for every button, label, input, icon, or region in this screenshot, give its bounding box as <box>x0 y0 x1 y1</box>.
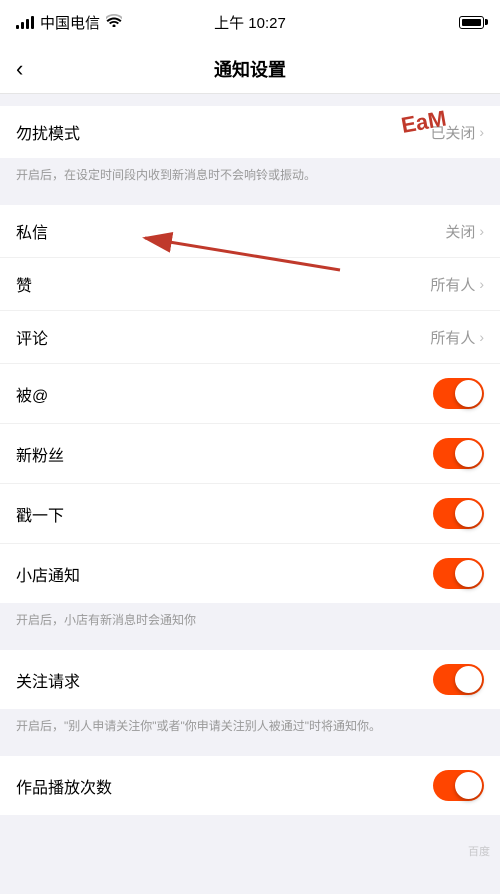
gap-2 <box>0 638 500 650</box>
baidu-watermark: 百度 <box>468 843 490 859</box>
poke-label: 戳一下 <box>16 502 64 526</box>
battery-area <box>459 16 484 29</box>
signal-icon <box>16 16 34 29</box>
chevron-icon: › <box>479 223 484 239</box>
dnd-description: 开启后，在设定时间段内收到新消息时不会响铃或振动。 <box>0 158 500 193</box>
status-time: 上午 10:27 <box>214 12 286 33</box>
back-icon: ‹ <box>16 56 23 82</box>
new-follower-label: 新粉丝 <box>16 442 64 466</box>
private-message-item[interactable]: 私信 关闭 › <box>0 205 500 258</box>
follow-section: 关注请求 <box>0 650 500 709</box>
like-value: 所有人 › <box>430 274 484 295</box>
toggle-knob <box>455 500 482 527</box>
playcount-toggle[interactable] <box>433 770 484 801</box>
chevron-icon: › <box>479 276 484 292</box>
playcount-section: 作品播放次数 <box>0 756 500 815</box>
private-message-value: 关闭 › <box>445 221 484 242</box>
carrier-name: 中国电信 <box>40 12 100 33</box>
dnd-section: 勿扰模式 已关闭 › <box>0 106 500 158</box>
toggle-knob <box>455 772 482 799</box>
playcount-label: 作品播放次数 <box>16 774 112 798</box>
mention-item[interactable]: 被@ <box>0 364 500 424</box>
shop-notify-item[interactable]: 小店通知 <box>0 544 500 603</box>
mention-toggle[interactable] <box>433 378 484 409</box>
chevron-icon: › <box>479 124 484 140</box>
gap-3 <box>0 744 500 756</box>
shop-description: 开启后，小店有新消息时会通知你 <box>0 603 500 638</box>
poke-item[interactable]: 戳一下 <box>0 484 500 544</box>
wifi-icon <box>106 14 122 31</box>
settings-content: 勿扰模式 已关闭 › 开启后，在设定时间段内收到新消息时不会响铃或振动。 私信 … <box>0 106 500 815</box>
comment-item[interactable]: 评论 所有人 › <box>0 311 500 364</box>
chevron-icon: › <box>479 329 484 345</box>
shop-notify-label: 小店通知 <box>16 562 80 586</box>
toggle-knob <box>455 560 482 587</box>
playcount-item[interactable]: 作品播放次数 <box>0 756 500 815</box>
battery-icon <box>459 16 484 29</box>
follow-request-toggle[interactable] <box>433 664 484 695</box>
follow-request-label: 关注请求 <box>16 668 80 692</box>
toggle-knob <box>455 440 482 467</box>
mention-label: 被@ <box>16 382 48 406</box>
like-label: 赞 <box>16 272 32 296</box>
private-message-label: 私信 <box>16 219 48 243</box>
nav-bar: ‹ 通知设置 <box>0 44 500 94</box>
new-follower-toggle[interactable] <box>433 438 484 469</box>
follow-description: 开启后，"别人申请关注你"或者"你申请关注别人被通过"时将通知你。 <box>0 709 500 744</box>
messages-section: 私信 关闭 › 赞 所有人 › 评论 所有人 › <box>0 205 500 603</box>
comment-label: 评论 <box>16 325 48 349</box>
new-follower-item[interactable]: 新粉丝 <box>0 424 500 484</box>
follow-request-item[interactable]: 关注请求 <box>0 650 500 709</box>
shop-notify-toggle[interactable] <box>433 558 484 589</box>
status-bar: 中国电信 上午 10:27 <box>0 0 500 44</box>
poke-toggle[interactable] <box>433 498 484 529</box>
carrier-signal: 中国电信 <box>16 12 122 33</box>
dnd-item[interactable]: 勿扰模式 已关闭 › <box>0 106 500 158</box>
back-button[interactable]: ‹ <box>16 56 23 82</box>
toggle-knob <box>455 666 482 693</box>
page-title: 通知设置 <box>214 56 286 82</box>
dnd-label: 勿扰模式 <box>16 120 80 144</box>
toggle-knob <box>455 380 482 407</box>
comment-value: 所有人 › <box>430 327 484 348</box>
like-item[interactable]: 赞 所有人 › <box>0 258 500 311</box>
dnd-value: 已关闭 › <box>430 122 484 143</box>
gap-1 <box>0 193 500 205</box>
